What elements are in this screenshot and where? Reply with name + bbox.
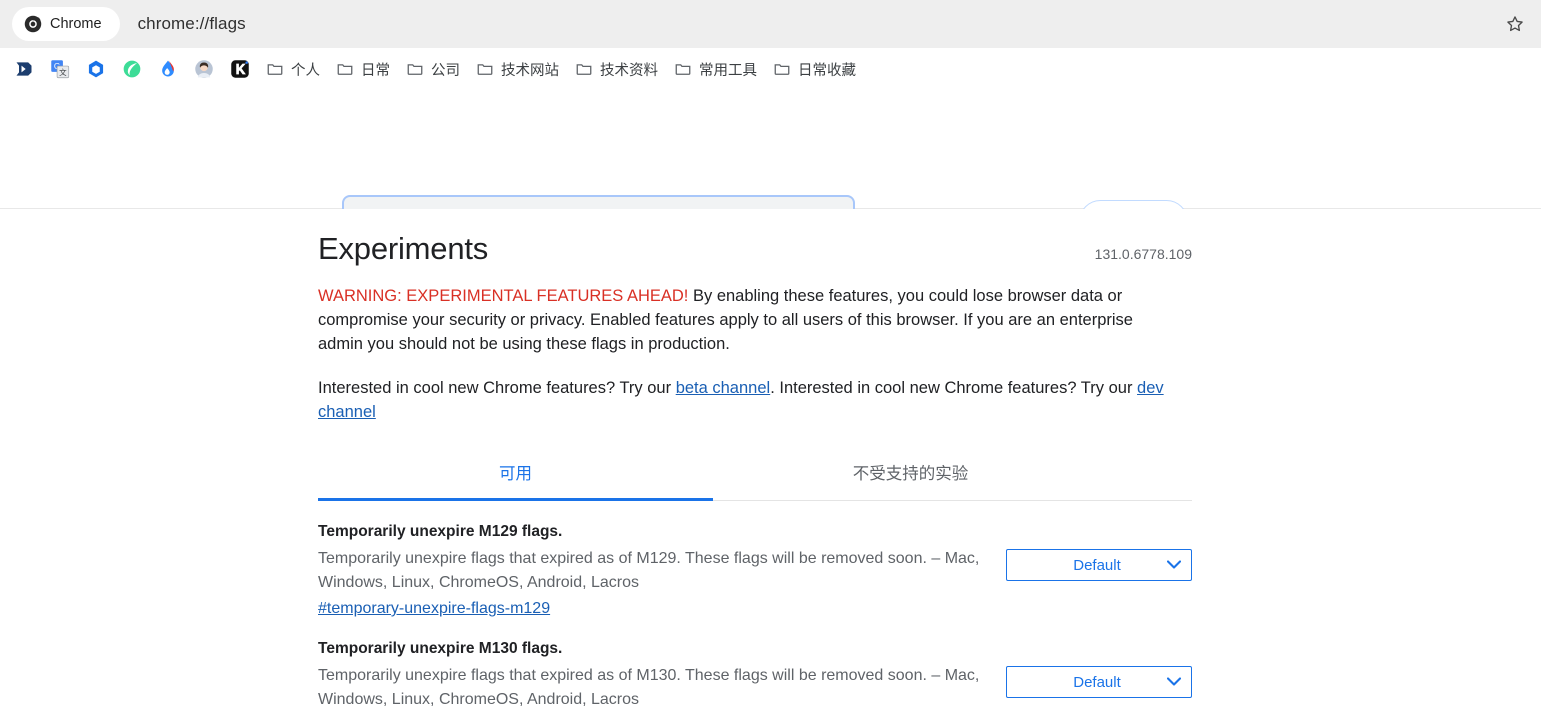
bookmark-folder-tech-sites[interactable]: 技术网站 bbox=[468, 54, 567, 84]
bookmark-folder-daily[interactable]: 日常 bbox=[328, 54, 398, 84]
favicon-blue-arrow-icon bbox=[14, 59, 34, 79]
flag-select-container: Default bbox=[1006, 666, 1192, 698]
flag-details: Temporarily unexpire M130 flags. Tempora… bbox=[318, 640, 990, 712]
chrome-logo-icon bbox=[24, 15, 42, 33]
flag-row: Temporarily unexpire M130 flags. Tempora… bbox=[318, 618, 1192, 712]
bookmark-folder-label: 技术网站 bbox=[501, 62, 559, 79]
flag-details: Temporarily unexpire M129 flags. Tempora… bbox=[318, 523, 990, 618]
bookmark-folder-label: 常用工具 bbox=[699, 62, 757, 79]
beta-channel-link[interactable]: beta channel bbox=[676, 379, 771, 397]
flag-title: Temporarily unexpire M129 flags. bbox=[318, 523, 563, 540]
bookmark-folder-label: 个人 bbox=[291, 62, 320, 79]
folder-icon bbox=[575, 60, 593, 78]
bookmark-folder-tools[interactable]: 常用工具 bbox=[666, 54, 765, 84]
channel-text-1: Interested in cool new Chrome features? … bbox=[318, 379, 676, 397]
bookmark-item[interactable] bbox=[186, 54, 222, 84]
bookmark-folder-label: 日常收藏 bbox=[798, 62, 856, 79]
folder-icon bbox=[406, 60, 424, 78]
active-tab-underline bbox=[318, 498, 713, 501]
svg-text:文: 文 bbox=[59, 67, 67, 77]
warning-paragraph: WARNING: EXPERIMENTAL FEATURES AHEAD! By… bbox=[318, 284, 1180, 356]
address-bar-url[interactable]: chrome://flags bbox=[138, 14, 246, 34]
flag-row: Temporarily unexpire M129 flags. Tempora… bbox=[318, 501, 1192, 618]
warning-headline: WARNING: EXPERIMENTAL FEATURES AHEAD! bbox=[318, 287, 689, 305]
favicon-google-translate-icon: G 文 bbox=[50, 59, 70, 79]
bookmark-folder-label: 技术资料 bbox=[600, 62, 658, 79]
flag-description: Temporarily unexpire flags that expired … bbox=[318, 667, 980, 708]
star-icon[interactable] bbox=[1501, 10, 1529, 38]
browser-tab-title: Chrome bbox=[50, 16, 102, 32]
bookmark-folder-label: 日常 bbox=[361, 62, 390, 79]
flag-description: Temporarily unexpire flags that expired … bbox=[318, 550, 980, 591]
version-label: 131.0.6778.109 bbox=[1094, 246, 1192, 262]
bookmark-folder-company[interactable]: 公司 bbox=[398, 54, 468, 84]
flag-state-select[interactable]: Default bbox=[1006, 666, 1192, 698]
folder-icon bbox=[476, 60, 494, 78]
folder-icon bbox=[773, 60, 791, 78]
favicon-avatar-icon bbox=[194, 59, 214, 79]
folder-icon bbox=[674, 60, 692, 78]
channel-paragraph: Interested in cool new Chrome features? … bbox=[318, 376, 1176, 424]
browser-tab[interactable]: Chrome bbox=[12, 7, 120, 41]
tab-available[interactable]: 可用 bbox=[318, 460, 713, 500]
bookmarks-bar: G 文 个人 日常 公司 技术网站 技术资料 常用工具 日常收藏 bbox=[0, 48, 1541, 90]
channel-text-2: . Interested in cool new Chrome features… bbox=[770, 379, 1138, 397]
folder-icon bbox=[336, 60, 354, 78]
favicon-blue-red-drop-icon bbox=[158, 59, 178, 79]
bookmark-folder-label: 公司 bbox=[431, 62, 460, 79]
bookmark-item[interactable] bbox=[150, 54, 186, 84]
bookmark-folder-daily-favorites[interactable]: 日常收藏 bbox=[765, 54, 864, 84]
flag-title: Temporarily unexpire M130 flags. bbox=[318, 640, 563, 657]
flag-state-select[interactable]: Default bbox=[1006, 549, 1192, 581]
page-title: Experiments bbox=[318, 231, 489, 266]
flag-anchor-link[interactable]: #temporary-unexpire-flags-m129 bbox=[318, 600, 550, 618]
flag-select-container: Default bbox=[1006, 549, 1192, 581]
bookmark-item[interactable] bbox=[78, 54, 114, 84]
tab-unsupported[interactable]: 不受支持的实验 bbox=[713, 460, 1108, 500]
bookmark-item[interactable] bbox=[6, 54, 42, 84]
favicon-blue-hexagon-icon bbox=[86, 59, 106, 79]
bookmark-item[interactable]: G 文 bbox=[42, 54, 78, 84]
bookmark-item[interactable] bbox=[222, 54, 258, 84]
bookmark-folder-personal[interactable]: 个人 bbox=[258, 54, 328, 84]
watermark: CSDN @叫我 Add V bbox=[1264, 705, 1527, 712]
flags-tabs: 可用 不受支持的实验 bbox=[318, 460, 1192, 501]
tab-strip: Chrome chrome://flags bbox=[0, 0, 1541, 48]
favicon-green-leaf-icon bbox=[122, 59, 142, 79]
favicon-k-black-icon bbox=[230, 59, 250, 79]
bookmark-item[interactable] bbox=[114, 54, 150, 84]
bookmark-folder-tech-docs[interactable]: 技术资料 bbox=[567, 54, 666, 84]
folder-icon bbox=[266, 60, 284, 78]
flags-content: Experiments 131.0.6778.109 WARNING: EXPE… bbox=[0, 209, 1541, 712]
flags-search-header: 全部重置 bbox=[0, 90, 1541, 248]
title-row: Experiments 131.0.6778.109 bbox=[318, 209, 1192, 267]
